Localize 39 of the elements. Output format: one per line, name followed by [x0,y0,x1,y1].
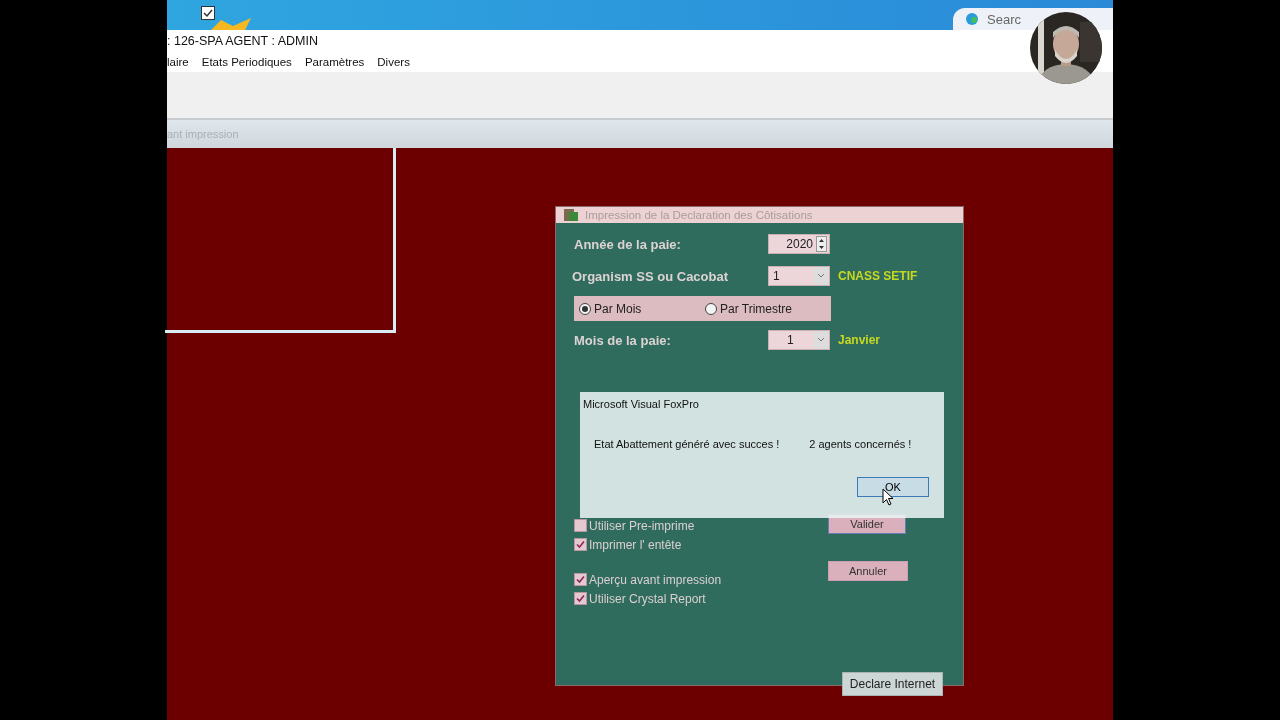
year-spinner[interactable]: 2020 [768,234,830,254]
month-dropdown[interactable]: 1 [768,330,830,350]
menu-item[interactable]: laire [167,56,189,68]
message-title: Microsoft Visual FoxPro [583,398,700,410]
radio-option[interactable]: Par Mois [579,301,705,316]
radio-option[interactable]: Par Trimestre [705,301,831,316]
dialog-button[interactable]: Annuler [828,561,908,581]
declare-button[interactable]: Declare Internet [842,672,943,696]
chevron-down-icon [814,331,828,349]
field-label: Année de la paie: [574,236,682,252]
checkmark-icon [575,539,586,550]
spin-arrows-icon [816,236,827,252]
checkbox-label: Aperçu avant impression [589,572,722,587]
field-label: Organism SS ou Cacobat [572,268,730,284]
checkmark-icon [575,593,586,604]
checkbox[interactable] [574,592,587,605]
checkbox-label: Utiliser Crystal Report [589,591,706,606]
message-text: Etat Abattement généré avec succes ! [594,438,780,450]
chevron-down-icon [814,267,828,285]
organism-dropdown[interactable]: 1 [768,266,830,286]
menu-item[interactable]: Paramètres [304,56,365,68]
organism-name: CNASS SETIF [838,269,918,283]
field-label: Mois de la paie: [574,332,672,348]
message-detail: 2 agents concernés ! [809,438,912,450]
menu-item[interactable]: Etats Periodiques [201,56,292,68]
ok-button[interactable]: OK [857,477,929,497]
checkbox-label: Utiliser Pre-imprime [589,518,695,533]
checkbox-icon [201,6,215,20]
checkbox-label: Imprimer l' entête [589,537,682,552]
dialog-title: Impression de la Declaration des Côtisations [585,209,813,221]
checkbox[interactable] [574,538,587,551]
browser-icon [965,12,979,26]
menu-item[interactable]: Divers [377,56,410,68]
app-icon [563,207,579,223]
checkbox[interactable] [574,573,587,586]
window-title: : 126-SPA AGENT : ADMIN [167,34,318,48]
checkbox[interactable] [574,519,587,532]
month-name: Janvier [838,333,881,347]
checkmark-icon [575,574,586,585]
